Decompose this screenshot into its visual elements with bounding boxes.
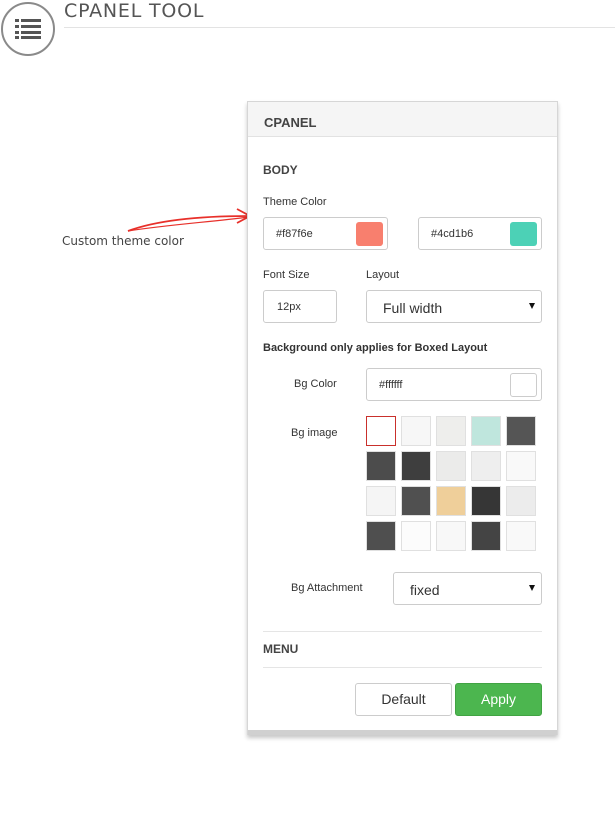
bg-image-option[interactable]	[366, 451, 396, 481]
theme-color-value: #4cd1b6	[431, 228, 474, 240]
bg-image-option[interactable]	[506, 451, 536, 481]
theme-color-label: Theme Color	[263, 196, 327, 208]
bg-note: Background only applies for Boxed Layout	[263, 342, 488, 354]
font-size-label: Font Size	[263, 269, 310, 281]
bg-color-field[interactable]: #ffffff	[366, 368, 542, 401]
chevron-down-icon	[529, 303, 535, 309]
bg-attachment-label: Bg Attachment	[291, 582, 363, 594]
layout-select[interactable]: Full width	[366, 290, 542, 323]
theme-color-swatch[interactable]	[356, 222, 383, 246]
theme-color-field-2[interactable]: #4cd1b6	[418, 217, 542, 250]
default-button[interactable]: Default	[355, 683, 452, 716]
menu-section-title[interactable]: MENU	[263, 642, 298, 656]
panel-title: CPANEL	[248, 102, 557, 137]
bg-image-option[interactable]	[471, 486, 501, 516]
bg-image-option[interactable]	[436, 486, 466, 516]
annotation-label: Custom theme color	[62, 234, 184, 248]
bg-image-option[interactable]	[506, 521, 536, 551]
bg-image-option[interactable]	[436, 451, 466, 481]
layout-value: Full width	[383, 300, 443, 316]
theme-color-value: #f87f6e	[276, 228, 313, 240]
bg-image-option[interactable]	[471, 521, 501, 551]
page-title: CPANEL TOOL	[64, 0, 205, 22]
bg-color-value: #ffffff	[379, 379, 403, 391]
font-size-input[interactable]: 12px	[263, 290, 337, 323]
title-divider	[64, 27, 615, 28]
apply-button[interactable]: Apply	[455, 683, 542, 716]
red-arrow-icon	[127, 208, 252, 232]
bg-image-option[interactable]	[471, 451, 501, 481]
bg-image-option[interactable]	[401, 521, 431, 551]
section-divider	[263, 667, 542, 668]
section-divider	[263, 631, 542, 632]
bg-color-label: Bg Color	[294, 378, 337, 390]
bg-image-option[interactable]	[506, 416, 536, 446]
font-size-value: 12px	[277, 301, 301, 313]
theme-color-field-1[interactable]: #f87f6e	[263, 217, 388, 250]
bg-image-grid	[366, 416, 538, 556]
bg-image-option[interactable]	[366, 416, 396, 446]
list-icon	[15, 19, 41, 39]
menu-toggle-button[interactable]	[1, 2, 55, 56]
bg-image-option[interactable]	[366, 486, 396, 516]
cpanel-panel: CPANEL BODY Theme Color #f87f6e #4cd1b6 …	[247, 101, 558, 735]
bg-image-label: Bg image	[291, 427, 338, 439]
bg-image-option[interactable]	[401, 451, 431, 481]
bg-attachment-value: fixed	[410, 582, 440, 598]
layout-label: Layout	[366, 269, 400, 281]
bg-color-swatch[interactable]	[510, 373, 537, 397]
bg-image-option[interactable]	[436, 521, 466, 551]
bg-image-option[interactable]	[401, 416, 431, 446]
body-section-title: BODY	[263, 163, 298, 177]
bg-attachment-select[interactable]: fixed	[393, 572, 542, 605]
chevron-down-icon	[529, 585, 535, 591]
bg-image-option[interactable]	[506, 486, 536, 516]
bg-image-option[interactable]	[471, 416, 501, 446]
panel-footer-bar	[248, 730, 557, 735]
bg-image-option[interactable]	[401, 486, 431, 516]
bg-image-option[interactable]	[366, 521, 396, 551]
bg-image-option[interactable]	[436, 416, 466, 446]
theme-color-swatch[interactable]	[510, 222, 537, 246]
